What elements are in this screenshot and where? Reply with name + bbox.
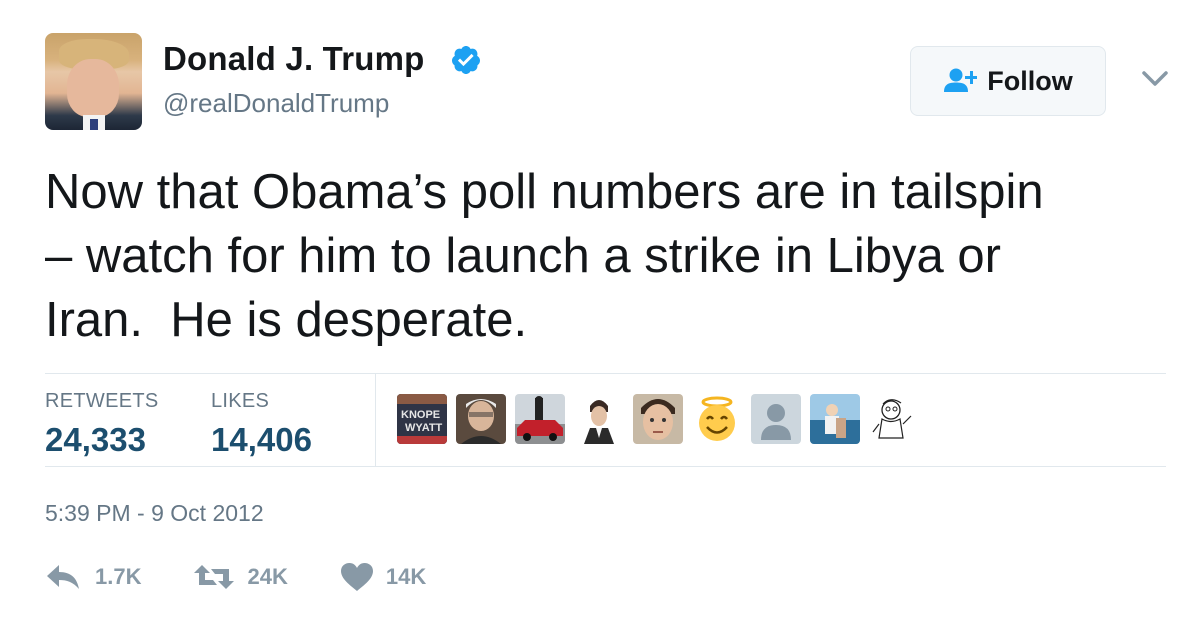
retweet-button[interactable]: 24K	[193, 563, 288, 591]
author-avatar[interactable]	[45, 33, 142, 130]
stats-top-divider	[45, 373, 1166, 374]
likes-stat[interactable]: LIKES 14,406	[211, 390, 312, 459]
beach-graphic	[810, 394, 860, 444]
car-photo-graphic	[515, 394, 565, 444]
tweet-actions: 1.7K 24K 14K	[45, 562, 478, 592]
avatar-face	[67, 59, 119, 117]
verified-badge-icon	[451, 46, 480, 74]
follow-button[interactable]: Follow	[910, 46, 1106, 116]
stats-bottom-divider	[45, 466, 1166, 467]
avatar-tie	[90, 119, 98, 130]
man-face-graphic	[633, 394, 683, 444]
poster-text-2: WYATT	[405, 422, 443, 434]
suit-graphic	[574, 394, 624, 444]
tweet-text: Now that Obama’s poll numbers are in tai…	[45, 165, 1044, 347]
author-name[interactable]: Donald J. Trump	[163, 40, 425, 78]
reply-button[interactable]: 1.7K	[45, 563, 141, 591]
reply-icon	[47, 565, 79, 589]
liker-avatar-beach[interactable]	[810, 394, 860, 444]
liker-avatar-suit[interactable]	[574, 394, 624, 444]
liker-avatar-default[interactable]	[751, 394, 801, 444]
retweets-label: RETWEETS	[45, 390, 159, 412]
liker-avatar-angel-emoji[interactable]	[692, 394, 742, 444]
liker-avatar-man-photo[interactable]	[456, 394, 506, 444]
angel-emoji-icon	[692, 394, 742, 444]
like-button[interactable]: 14K	[340, 562, 426, 592]
retweet-icon	[194, 565, 235, 589]
default-avatar-icon	[751, 394, 801, 444]
heart-icon	[340, 563, 373, 591]
man-photo-graphic	[456, 394, 506, 444]
sketch-graphic	[869, 394, 919, 444]
author-handle[interactable]: @realDonaldTrump	[163, 88, 389, 119]
retweets-stat[interactable]: RETWEETS 24,333	[45, 390, 159, 459]
retweet-count: 24K	[247, 564, 288, 589]
likers-list: KNOPE WYATT	[397, 394, 919, 444]
poster-text-1: KNOPE	[401, 409, 440, 421]
likes-count: 14,406	[211, 421, 312, 458]
poster-avatar-graphic: KNOPE WYATT	[397, 394, 447, 444]
likes-label: LIKES	[211, 390, 270, 412]
retweets-count: 24,333	[45, 421, 146, 458]
add-user-icon	[944, 68, 978, 92]
stats-separator	[375, 374, 376, 466]
liker-avatar-man-face[interactable]	[633, 394, 683, 444]
tweet-timestamp[interactable]: 5:39 PM - 9 Oct 2012	[45, 500, 264, 527]
liker-avatar-car-photo[interactable]	[515, 394, 565, 444]
liker-avatar-poster[interactable]: KNOPE WYATT	[397, 394, 447, 444]
liker-avatar-sketch[interactable]	[869, 394, 919, 444]
reply-count: 1.7K	[95, 564, 142, 589]
like-count: 14K	[385, 564, 427, 589]
chevron-down-icon[interactable]	[1141, 68, 1169, 90]
follow-label: Follow	[987, 65, 1073, 96]
